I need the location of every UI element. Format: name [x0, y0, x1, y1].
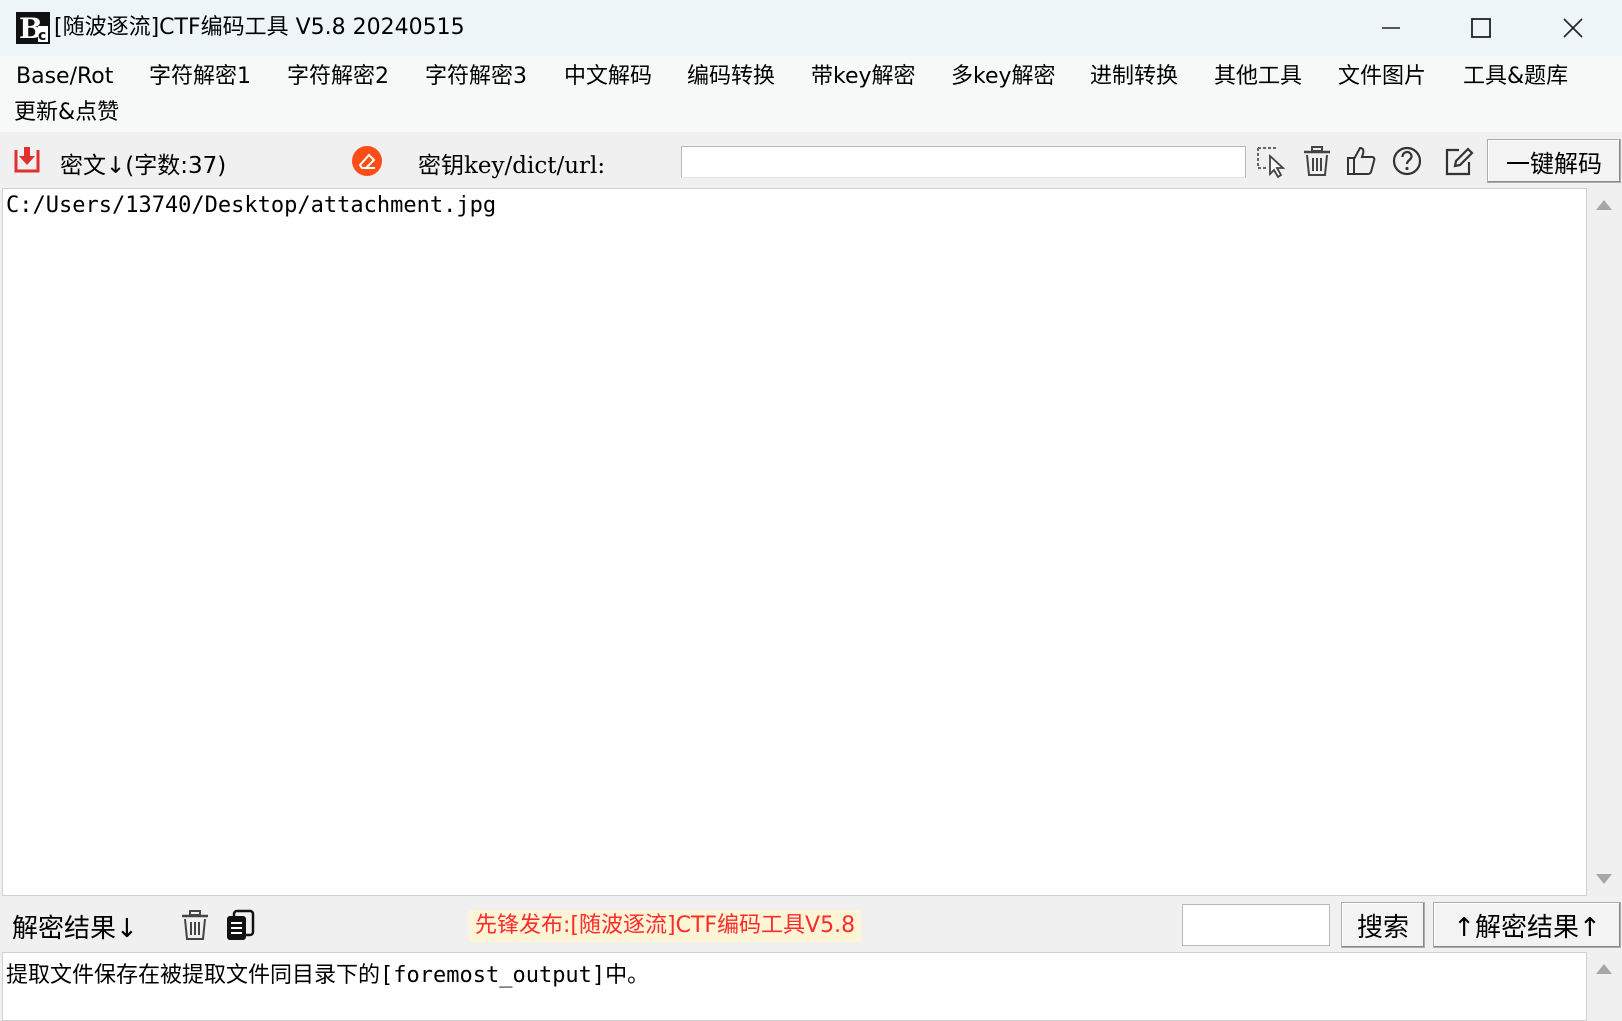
copy-result-icon[interactable]	[224, 908, 256, 942]
release-announcement: 先锋发布:[随波逐流]CTF编码工具V5.8	[469, 910, 862, 942]
key-input[interactable]	[681, 146, 1246, 178]
scroll-down-arrow-icon[interactable]	[1596, 874, 1612, 884]
close-button[interactable]	[1540, 0, 1606, 56]
menu-base-rot[interactable]: Base/Rot	[16, 64, 113, 90]
result-to-cipher-button[interactable]: ↑解密结果↑	[1433, 902, 1621, 948]
scroll-up-arrow-icon[interactable]	[1596, 200, 1612, 210]
app-logo-icon: B c	[16, 12, 50, 45]
menu-char-decrypt-1[interactable]: 字符解密1	[149, 64, 251, 90]
menu-file-image[interactable]: 文件图片	[1338, 64, 1426, 90]
menu-char-decrypt-3[interactable]: 字符解密3	[425, 64, 527, 90]
thumbs-up-icon[interactable]	[1345, 144, 1377, 178]
minimize-button[interactable]	[1358, 0, 1424, 56]
result-toolbar: 解密结果↓ 先锋发布:[随波逐流]CTF编码工具V5.8 搜索 ↑解密结果↑	[0, 896, 1622, 952]
result-scroll-up-arrow-icon[interactable]	[1596, 964, 1612, 974]
maximize-icon	[1471, 18, 1491, 38]
menu-other-tools[interactable]: 其他工具	[1214, 64, 1302, 90]
select-pointer-icon[interactable]	[1254, 144, 1288, 178]
menu-base-convert[interactable]: 进制转换	[1090, 64, 1178, 90]
cipher-toolbar: 密文↓(字数:37) 密钥key/dict/url: 一键解码	[0, 132, 1622, 188]
title-bar: B c [随波逐流]CTF编码工具 V5.8 20240515	[0, 0, 1622, 56]
edit-icon[interactable]	[1443, 144, 1475, 178]
menu-encoding-convert[interactable]: 编码转换	[687, 64, 775, 90]
menu-tools-questions[interactable]: 工具&题库	[1463, 64, 1568, 90]
cipher-scrollbar[interactable]	[1587, 188, 1621, 896]
result-label: 解密结果↓	[12, 914, 138, 944]
window-title: [随波逐流]CTF编码工具 V5.8 20240515	[54, 15, 465, 40]
key-label: 密钥key/dict/url:	[418, 153, 606, 179]
import-file-icon[interactable]	[12, 144, 42, 174]
search-button[interactable]: 搜索	[1341, 902, 1425, 948]
search-input[interactable]	[1182, 904, 1330, 946]
close-icon	[1563, 18, 1583, 38]
maximize-button[interactable]	[1448, 0, 1514, 56]
menu-update-like[interactable]: 更新&点赞	[14, 100, 119, 126]
result-textarea[interactable]: 提取文件保存在被提取文件同目录下的[foremost_output]中。	[2, 952, 1587, 1021]
menu-multi-key-decrypt[interactable]: 多key解密	[951, 64, 1056, 90]
trash-icon[interactable]	[1301, 144, 1333, 178]
svg-text:c: c	[38, 28, 46, 44]
menu-chinese-decode[interactable]: 中文解码	[564, 64, 652, 90]
one-click-decode-button[interactable]: 一键解码	[1487, 139, 1621, 183]
cipher-textarea[interactable]: C:/Users/13740/Desktop/attachment.jpg	[2, 188, 1587, 896]
eraser-icon[interactable]	[351, 145, 383, 177]
clear-result-trash-icon[interactable]	[179, 908, 211, 942]
menu-char-decrypt-2[interactable]: 字符解密2	[287, 64, 389, 90]
minimize-icon	[1382, 27, 1400, 29]
help-icon[interactable]	[1391, 144, 1423, 178]
result-scrollbar[interactable]	[1587, 952, 1621, 1021]
cipher-label: 密文↓(字数:37)	[60, 153, 227, 179]
menu-bar: Base/Rot 字符解密1 字符解密2 字符解密3 中文解码 编码转换 带ke…	[0, 56, 1622, 132]
menu-key-decrypt[interactable]: 带key解密	[811, 64, 916, 90]
